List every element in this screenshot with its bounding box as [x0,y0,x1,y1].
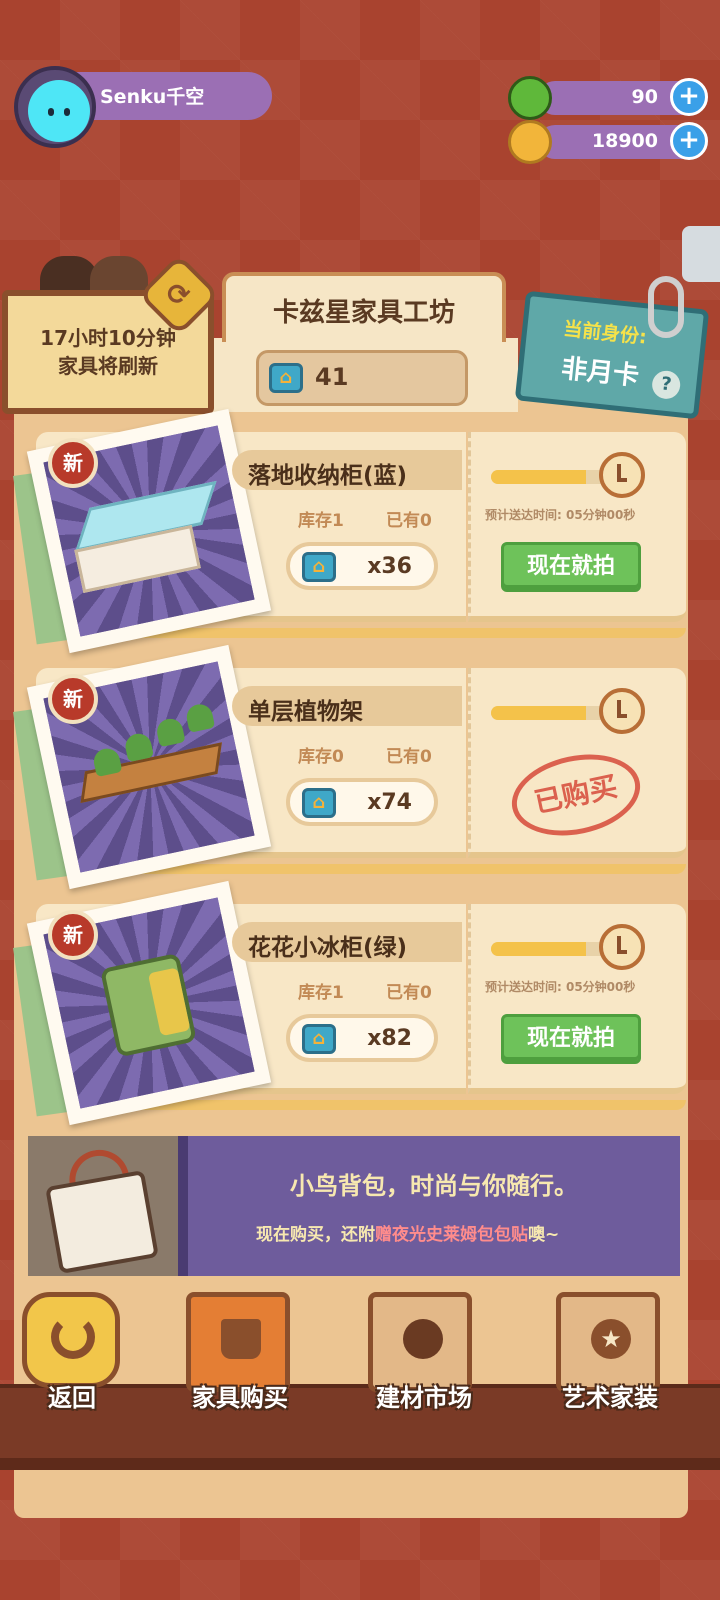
furniture-ticket-icon [302,552,336,582]
clock-icon [599,452,645,498]
purchased-stamp: 已购买 [504,743,648,847]
item-price: x74 [367,790,412,815]
item-action-area: 预计送达时间: 05分钟00秒 现在就拍 [468,904,686,1094]
stock-count: 库存1 [298,983,344,1003]
owned-count: 已有0 [386,511,432,531]
item-card: 预计送达时间: 05分钟00秒 现在就拍 新 花花小冰柜(绿) 库存1 已有0 … [13,880,686,1126]
nav-label-back: 返回 [48,1384,96,1412]
price-tag: x74 [286,778,438,826]
add-coin-button[interactable]: + [670,122,708,160]
new-badge: 新 [48,910,98,960]
bottom-nav-edge [0,1458,720,1470]
promo-banner[interactable]: 小鸟背包，时尚与你随行。 现在购买，还附赠夜光史莱姆包包贴噢~ [28,1136,680,1276]
cat-eye-icon [64,108,70,116]
banner-sub-prefix: 现在购买，还附 [256,1225,375,1245]
cat-eye-icon [48,108,54,116]
item-name: 单层植物架 [248,699,363,725]
item-price: x36 [367,554,412,579]
clock-icon [599,924,645,970]
avatar-ring [14,66,96,148]
new-badge: 新 [48,438,98,488]
tab-art-decor[interactable]: ★ [556,1292,660,1392]
add-gem-button[interactable]: + [670,78,708,116]
item-name: 花花小冰柜(绿) [248,935,408,961]
banner-sub-highlight: 赠夜光史莱姆包包贴 [375,1225,528,1245]
bid-now-button[interactable]: 现在就拍 [501,1014,641,1064]
stock-count: 库存1 [298,511,344,531]
item-price: x82 [367,1026,412,1051]
tab-furniture-purchase[interactable] [186,1292,290,1392]
back-button[interactable] [22,1292,120,1388]
nav-label-art: 艺术家装 [562,1384,658,1412]
progress-fill [491,470,586,484]
paper-clip-icon [648,276,684,338]
progress-fill [491,706,586,720]
furniture-ticket-icon [302,1024,336,1054]
refresh-timer-caption: 家具将刷新 [58,354,158,378]
help-icon[interactable]: ? [650,369,682,401]
green-gem-icon [508,76,552,120]
price-tag: x82 [286,1014,438,1062]
banner-subtext: 现在购买，还附赠夜光史莱姆包包贴噢~ [256,1220,559,1245]
identity-value: 非月卡 [559,353,641,392]
coin-amount: 18900 [591,130,658,152]
ticket-balance: 41 [256,350,468,406]
bid-now-button[interactable]: 现在就拍 [501,542,641,592]
price-tag: x36 [286,542,438,590]
shop-title-tab: 卡兹星家具工坊 [222,272,506,342]
item-card: 已购买 新 单层植物架 库存0 已有0 x74 [13,644,686,890]
ticket-amount: 41 [315,363,349,391]
refresh-icon: ⟳ [167,278,191,311]
coin-currency: 18900 + [508,120,708,164]
clock-icon [599,688,645,734]
banner-text-area: 小鸟背包，时尚与你随行。 现在购买，还附赠夜光史莱姆包包贴噢~ [178,1136,680,1276]
player-name: Senku千空 [100,86,205,108]
planet-coin-icon [508,120,552,164]
stock-count: 库存0 [298,747,344,767]
progress-fill [491,942,586,956]
player-profile[interactable]: Senku千空 [14,66,272,148]
new-badge: 新 [48,674,98,724]
owned-count: 已有0 [386,983,432,1003]
item-name: 落地收纳柜(蓝) [248,463,408,489]
potted-plant-icon [221,1319,261,1359]
side-pin [682,226,720,282]
banner-image [28,1136,178,1276]
identity-label: 当前身份: [562,317,648,349]
gem-currency: 90 + [508,76,708,120]
banner-sub-suffix: 噢~ [528,1225,560,1245]
delivery-eta: 预计送达时间: 05分钟00秒 [485,980,636,994]
banner-headline: 小鸟背包，时尚与你随行。 [290,1172,578,1200]
paint-bucket-icon [403,1319,443,1359]
cat-face-icon [36,94,82,132]
back-arrow-icon [51,1315,95,1359]
item-action-area: 已购买 [468,668,686,858]
furniture-ticket-icon [302,788,336,818]
star-medal-icon: ★ [591,1319,631,1359]
furniture-ticket-icon [269,363,303,393]
tab-building-market[interactable] [368,1292,472,1392]
avatar[interactable] [28,80,90,142]
item-card: 预计送达时间: 05分钟00秒 现在就拍 新 落地收纳柜(蓝) 库存1 已有0 … [13,408,686,654]
nav-label-furniture: 家具购买 [192,1384,288,1412]
owned-count: 已有0 [386,747,432,767]
nav-label-building: 建材市场 [376,1384,472,1412]
shop-title: 卡兹星家具工坊 [272,298,455,328]
gem-amount: 90 [631,86,658,108]
item-action-area: 预计送达时间: 05分钟00秒 现在就拍 [468,432,686,622]
bird-backpack-icon [45,1169,159,1275]
delivery-eta: 预计送达时间: 05分钟00秒 [485,508,636,522]
